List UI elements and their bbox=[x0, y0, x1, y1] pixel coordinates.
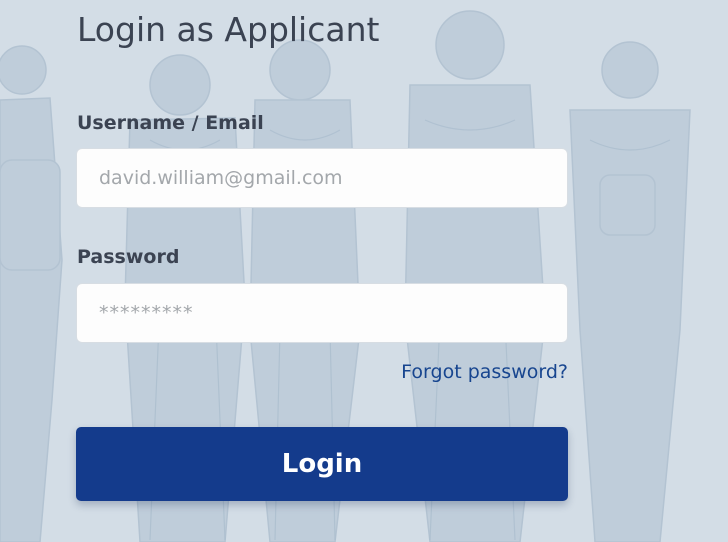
password-label: Password bbox=[77, 246, 180, 268]
username-label: Username / Email bbox=[77, 112, 264, 134]
username-input[interactable] bbox=[76, 148, 568, 208]
forgot-password-link[interactable]: Forgot password? bbox=[401, 361, 568, 383]
password-input[interactable] bbox=[76, 283, 568, 343]
login-button[interactable]: Login bbox=[76, 427, 568, 501]
page-title: Login as Applicant bbox=[77, 10, 380, 49]
